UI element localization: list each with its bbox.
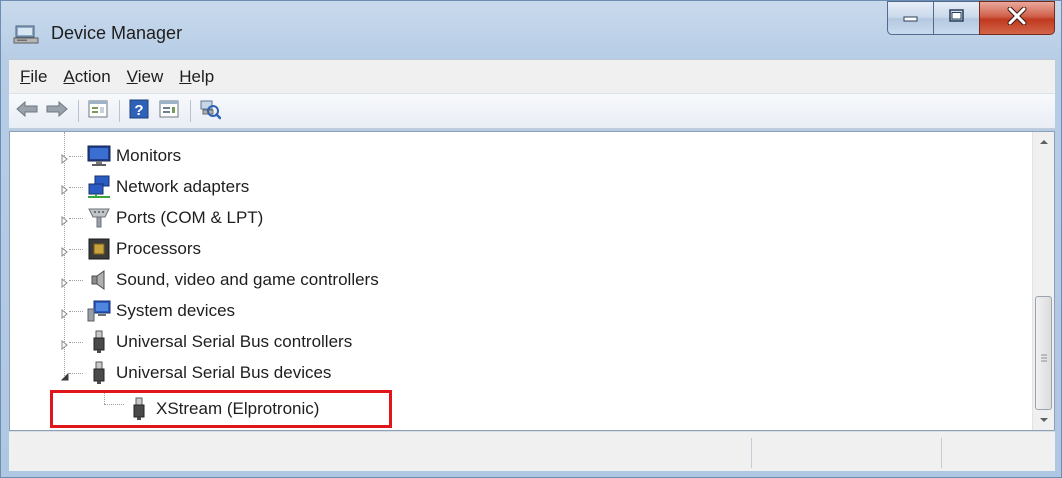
monitor-icon [86, 144, 112, 168]
scan-hardware-button[interactable] [196, 98, 224, 124]
tree-item-label: Monitors [116, 146, 182, 165]
tree-item-label: Sound, video and game controllers [116, 270, 379, 289]
device-tree-pane[interactable]: Monitors Network adapters Ports (COM & L… [9, 131, 1055, 431]
tree-item-system-devices[interactable]: System devices [10, 296, 1032, 326]
tree-item-processors[interactable]: Processors [10, 234, 1032, 264]
usb-plug-icon [86, 361, 112, 385]
show-hidden-icon [158, 99, 180, 124]
maximize-icon [948, 8, 966, 29]
tree-connector-line [69, 280, 83, 281]
tree-item-network-adapters[interactable]: Network adapters [10, 172, 1032, 202]
device-manager-icon [13, 23, 39, 45]
speaker-icon [86, 268, 112, 292]
title-bar[interactable]: Device Manager [1, 1, 1061, 59]
minimize-icon [902, 9, 920, 27]
tree-item-label: Processors [116, 239, 202, 258]
scrollbar-grip-icon [1041, 349, 1047, 362]
tree-item-label: Network adapters [116, 177, 250, 196]
scan-hardware-icon [199, 98, 222, 125]
minimize-button[interactable] [887, 1, 933, 35]
tree-item-label: System devices [116, 301, 236, 320]
system-devices-icon [86, 299, 112, 323]
tree-connector-line [69, 311, 83, 312]
collapse-arrow-icon[interactable] [60, 369, 70, 381]
scroll-down-button[interactable] [1033, 410, 1054, 430]
status-panel [941, 438, 1053, 468]
forward-arrow-icon [46, 100, 68, 122]
scrollbar-thumb[interactable] [1035, 296, 1052, 410]
caption-buttons [887, 1, 1055, 37]
back-arrow-icon [16, 100, 38, 122]
scroll-up-arrow-icon [1039, 133, 1049, 151]
close-button[interactable] [979, 1, 1055, 35]
menu-action[interactable]: Action [58, 67, 121, 87]
tree-connector-line [69, 156, 83, 157]
tree-item-sound[interactable]: Sound, video and game controllers [10, 265, 1032, 295]
vertical-scrollbar[interactable] [1032, 132, 1054, 430]
scroll-up-button[interactable] [1033, 132, 1054, 152]
menu-bar: File Action View Help [9, 59, 1055, 93]
maximize-button[interactable] [933, 1, 979, 35]
tree-connector-line [69, 249, 83, 250]
network-adapter-icon [86, 175, 112, 199]
usb-plug-icon [86, 330, 112, 354]
tree-connector-line [69, 342, 83, 343]
status-bar [9, 431, 1055, 471]
menu-file[interactable]: File [15, 67, 58, 87]
highlight-annotation-box [50, 390, 392, 428]
tree-item-label: Universal Serial Bus devices [116, 363, 332, 382]
show-hidden-button[interactable] [155, 98, 183, 124]
tree-item-label: Universal Serial Bus controllers [116, 332, 353, 351]
tree-item-label: Ports (COM & LPT) [116, 208, 264, 227]
device-manager-window: Device Manager File Action View Help ? M… [0, 0, 1062, 478]
svg-text:?: ? [134, 102, 143, 119]
help-button[interactable]: ? [125, 98, 153, 124]
tree-connector-line [69, 218, 83, 219]
toolbar-separator [190, 100, 191, 122]
window-title: Device Manager [51, 23, 183, 43]
tree-connector-line [69, 373, 83, 374]
menu-help[interactable]: Help [174, 67, 225, 87]
tree-item-monitors[interactable]: Monitors [10, 141, 1032, 171]
close-icon [1007, 6, 1027, 30]
tree-item-usb-devices[interactable]: Universal Serial Bus devices [10, 358, 1032, 388]
tree-connector-line [69, 187, 83, 188]
tree-item-ports[interactable]: Ports (COM & LPT) [10, 203, 1032, 233]
tree-item-usb-controllers[interactable]: Universal Serial Bus controllers [10, 327, 1032, 357]
processor-icon [86, 237, 112, 261]
help-icon: ? [128, 98, 150, 125]
properties-button[interactable] [84, 98, 112, 124]
toolbar-separator [119, 100, 120, 122]
port-icon [86, 206, 112, 230]
scroll-down-arrow-icon [1039, 411, 1049, 429]
menu-view[interactable]: View [122, 67, 175, 87]
device-tree: Monitors Network adapters Ports (COM & L… [10, 132, 1032, 430]
toolbar: ? [9, 93, 1055, 129]
properties-icon [87, 99, 109, 124]
forward-button[interactable] [43, 98, 71, 124]
toolbar-separator [78, 100, 79, 122]
back-button[interactable] [13, 98, 41, 124]
status-panel [751, 438, 941, 468]
